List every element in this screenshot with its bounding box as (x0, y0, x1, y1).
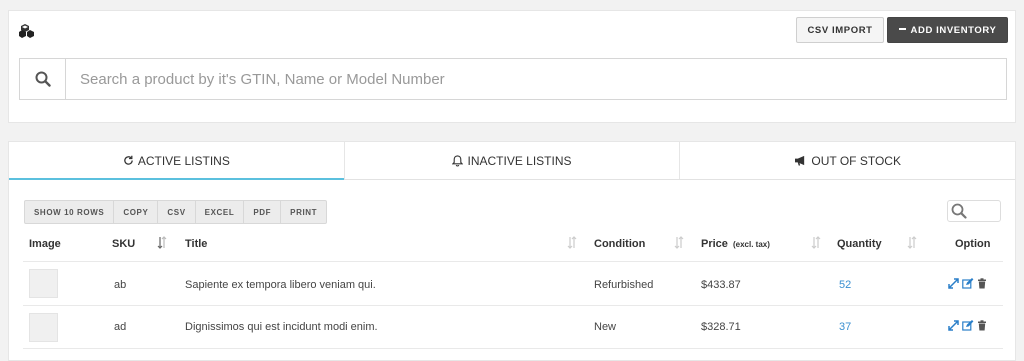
add-inventory-label: ADD INVENTORY (910, 24, 997, 36)
cell-title: Dignissimos qui est incidunt modi enim. (185, 321, 378, 333)
tab-out-of-stock[interactable]: OUT OF STOCK (679, 142, 1015, 179)
product-thumbnail (29, 269, 58, 298)
table-search-input[interactable] (947, 200, 1001, 222)
copy-button[interactable]: COPY (114, 201, 159, 223)
cell-price: $328.71 (701, 321, 741, 333)
row-divider (23, 305, 1003, 306)
price-header-label: Price (701, 238, 728, 250)
row-actions (948, 320, 987, 331)
cell-condition: New (594, 321, 617, 333)
trash-icon[interactable] (977, 278, 987, 289)
column-header-condition[interactable]: Condition (594, 238, 645, 250)
stack-boxes-icon (19, 24, 34, 38)
csv-import-button[interactable]: CSV IMPORT (796, 17, 884, 43)
cell-quantity[interactable]: 52 (839, 279, 851, 291)
show-rows-button[interactable]: SHOW 10 ROWS (25, 201, 115, 223)
sort-icon[interactable] (567, 236, 577, 249)
megaphone-icon (795, 155, 805, 166)
cell-quantity[interactable]: 37 (839, 321, 851, 333)
column-header-title[interactable]: Title (185, 238, 207, 250)
search-button[interactable] (20, 59, 66, 99)
product-search-box (19, 58, 1007, 100)
cell-sku: ad (114, 321, 127, 333)
sort-icon[interactable] (674, 236, 684, 249)
tab-label: ACTIVE LISTINS (137, 153, 230, 168)
cell-sku: ab (114, 279, 127, 291)
row-divider (23, 348, 1003, 349)
cell-condition: Refurbished (594, 279, 654, 291)
column-header-quantity[interactable]: Quantity (837, 238, 882, 250)
listings-panel: ACTIVE LISTINS INACTIVE LISTINS OUT OF S… (8, 141, 1016, 361)
edit-icon[interactable] (962, 320, 974, 331)
tab-active-listings[interactable]: ACTIVE LISTINS (9, 142, 344, 180)
product-thumbnail (29, 313, 58, 342)
trash-icon[interactable] (977, 320, 987, 331)
excel-export-button[interactable]: EXCEL (196, 201, 245, 223)
search-icon (951, 203, 967, 219)
sort-icon[interactable] (811, 236, 821, 249)
add-inventory-button[interactable]: ADD INVENTORY (887, 17, 1008, 43)
pdf-export-button[interactable]: PDF (244, 201, 282, 223)
table-export-toolbar: SHOW 10 ROWS COPY CSV EXCEL PDF PRINT (24, 200, 328, 224)
cell-price: $433.87 (701, 279, 741, 291)
header-divider (23, 261, 1003, 262)
csv-import-label: CSV IMPORT (807, 24, 873, 36)
cell-title: Sapiente ex tempora libero veniam qui. (185, 279, 376, 291)
tab-inactive-listings[interactable]: INACTIVE LISTINS (343, 142, 680, 179)
minus-icon (898, 28, 906, 30)
csv-export-button[interactable]: CSV (158, 201, 196, 223)
listing-tabs: ACTIVE LISTINS INACTIVE LISTINS OUT OF S… (9, 142, 1015, 180)
product-search-input[interactable] (66, 59, 1006, 99)
print-button[interactable]: PRINT (281, 201, 326, 223)
expand-icon[interactable] (948, 320, 959, 331)
tab-label: INACTIVE LISTINS (467, 153, 572, 168)
product-search-panel: CSV IMPORT ADD INVENTORY (8, 10, 1016, 123)
edit-icon[interactable] (962, 278, 974, 289)
sort-icon[interactable] (907, 236, 917, 249)
expand-icon[interactable] (948, 278, 959, 289)
bell-icon (452, 154, 464, 167)
column-header-sku[interactable]: SKU (112, 238, 135, 250)
tab-label: OUT OF STOCK (811, 153, 901, 168)
column-header-option: Option (955, 238, 991, 250)
price-header-note: (excl. tax) (732, 240, 770, 249)
column-header-image: Image (29, 238, 61, 250)
sort-icon[interactable] (157, 236, 167, 249)
refresh-icon (124, 155, 133, 165)
row-actions (948, 278, 987, 289)
column-header-price[interactable]: Price (excl. tax) (701, 238, 770, 250)
search-icon (35, 71, 51, 87)
